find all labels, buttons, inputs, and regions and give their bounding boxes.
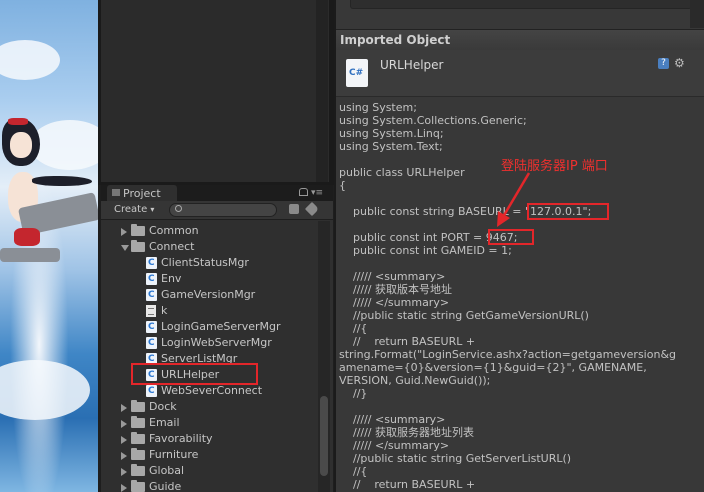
folder-icon [131, 432, 145, 444]
folder-icon [131, 480, 145, 492]
tree-item-label: Favorability [149, 432, 213, 445]
search-input[interactable] [169, 203, 277, 217]
tree-item-label: Env [161, 272, 182, 285]
folder-icon [131, 240, 145, 252]
tree-item-label: Global [149, 464, 185, 477]
code-line: using System; [339, 101, 417, 114]
code-line: //public static string GetServerListURL(… [339, 452, 572, 465]
code-line: public const int GAMEID = 1; [339, 244, 512, 257]
csharp-file-icon [346, 59, 368, 87]
code-line: ///// 获取服务器地址列表 [339, 426, 475, 439]
tree-item-label: Guide [149, 480, 182, 492]
csharp-script-icon [146, 288, 157, 302]
help-icon[interactable]: ? [658, 58, 669, 69]
code-line: //} [339, 387, 368, 400]
code-line: ///// </summary> [339, 296, 450, 309]
search-icon [175, 205, 182, 212]
section-title: Imported Object [340, 33, 451, 47]
collapse-arrow-icon[interactable] [121, 245, 129, 251]
code-line: // return BASEURL + [339, 478, 476, 491]
code-line: //{ [339, 322, 368, 335]
csharp-script-icon [146, 336, 157, 350]
code-line: //public static string GetGameVersionURL… [339, 309, 589, 322]
scene-panel-area [98, 0, 334, 185]
expand-arrow-icon[interactable] [121, 484, 127, 492]
tree-item-label: Furniture [149, 448, 199, 461]
code-line: //{ [339, 465, 368, 478]
create-label: Create [114, 204, 148, 215]
folder-icon [131, 448, 145, 460]
csharp-script-icon [146, 320, 157, 334]
filter-type-icon[interactable] [289, 204, 299, 214]
baseurl-highlight-box [527, 203, 609, 220]
folder-icon [131, 416, 145, 428]
tab-project[interactable]: Project [107, 185, 177, 201]
project-tab-label: Project [123, 187, 161, 200]
expand-arrow-icon[interactable] [121, 452, 127, 460]
project-scrollbar[interactable] [318, 221, 330, 492]
filter-label-icon[interactable] [304, 201, 320, 217]
folder-icon [131, 224, 145, 236]
lock-icon[interactable] [299, 188, 308, 196]
project-panel: Project ▾≡ Create ▾ Common Connect Clien… [101, 185, 333, 492]
tree-item-label: WebSeverConnect [161, 384, 263, 397]
tree-item-label: ClientStatusMgr [161, 256, 249, 269]
code-line: ///// <summary> [339, 413, 446, 426]
code-line: using System.Linq; [339, 127, 444, 140]
annotation-arrow [497, 172, 531, 227]
create-button[interactable]: Create ▾ [105, 203, 161, 217]
code-line: string.Format("LoginService.ashx?action=… [339, 348, 676, 361]
code-line: VERSION, Guid.NewGuid()); [339, 374, 491, 387]
folder-icon [131, 464, 145, 476]
tree-item-label: GameVersionMgr [161, 288, 256, 301]
expand-arrow-icon[interactable] [121, 228, 127, 236]
code-line: ///// <summary> [339, 270, 446, 283]
dropdown-arrow-icon: ▾ [150, 205, 155, 214]
tree-item-label: Common [149, 224, 199, 237]
panel-menu-icon[interactable]: ▾≡ [311, 189, 323, 198]
project-tab-icon [112, 189, 120, 196]
expand-arrow-icon[interactable] [121, 420, 127, 428]
tree-item-label: Connect [149, 240, 195, 253]
scrollbar-thumb[interactable] [320, 396, 328, 476]
gear-icon[interactable]: ⚙ [674, 56, 685, 70]
port-highlight-box [488, 229, 534, 245]
expand-arrow-icon[interactable] [121, 404, 127, 412]
game-view-image [0, 0, 98, 492]
code-line: public class URLHelper [339, 166, 465, 179]
tree-item-label: k [161, 304, 168, 317]
expand-arrow-icon[interactable] [121, 468, 127, 476]
imported-object-header: Imported Object [336, 29, 704, 51]
folder-icon [131, 400, 145, 412]
project-folder-tree: Common Connect ClientStatusMgr Env GameV… [101, 220, 317, 492]
tree-item-label: LoginWebServerMgr [161, 336, 272, 349]
code-line: { [339, 179, 346, 192]
inspector-previous-section [350, 0, 692, 9]
inspector-scrollbar[interactable] [690, 0, 704, 28]
text-file-icon [146, 305, 156, 317]
code-line: ///// </summary> [339, 439, 450, 452]
csharp-script-icon [146, 272, 157, 286]
tree-item-label: Email [149, 416, 180, 429]
project-toolbar: Create ▾ [101, 201, 333, 220]
inspector-panel: Imported Object URLHelper ? ⚙ using Syst… [334, 0, 704, 492]
csharp-script-icon [146, 384, 157, 398]
csharp-script-icon [146, 256, 157, 270]
urlhelper-highlight-box [131, 363, 258, 385]
tree-item-label: LoginGameServerMgr [161, 320, 281, 333]
imported-file-row: URLHelper ? ⚙ [336, 50, 704, 97]
code-line: using System.Collections.Generic; [339, 114, 527, 127]
expand-arrow-icon[interactable] [121, 436, 127, 444]
project-tab-bar: Project ▾≡ [101, 185, 333, 201]
file-name: URLHelper [380, 58, 444, 72]
code-line: ///// 获取版本号地址 [339, 283, 453, 296]
tree-item-label: Dock [149, 400, 177, 413]
code-line: // return BASEURL + [339, 335, 476, 348]
code-line: using System.Text; [339, 140, 443, 153]
code-line: amename={0}&version={1}&guid={2}", GAMEN… [339, 361, 647, 374]
